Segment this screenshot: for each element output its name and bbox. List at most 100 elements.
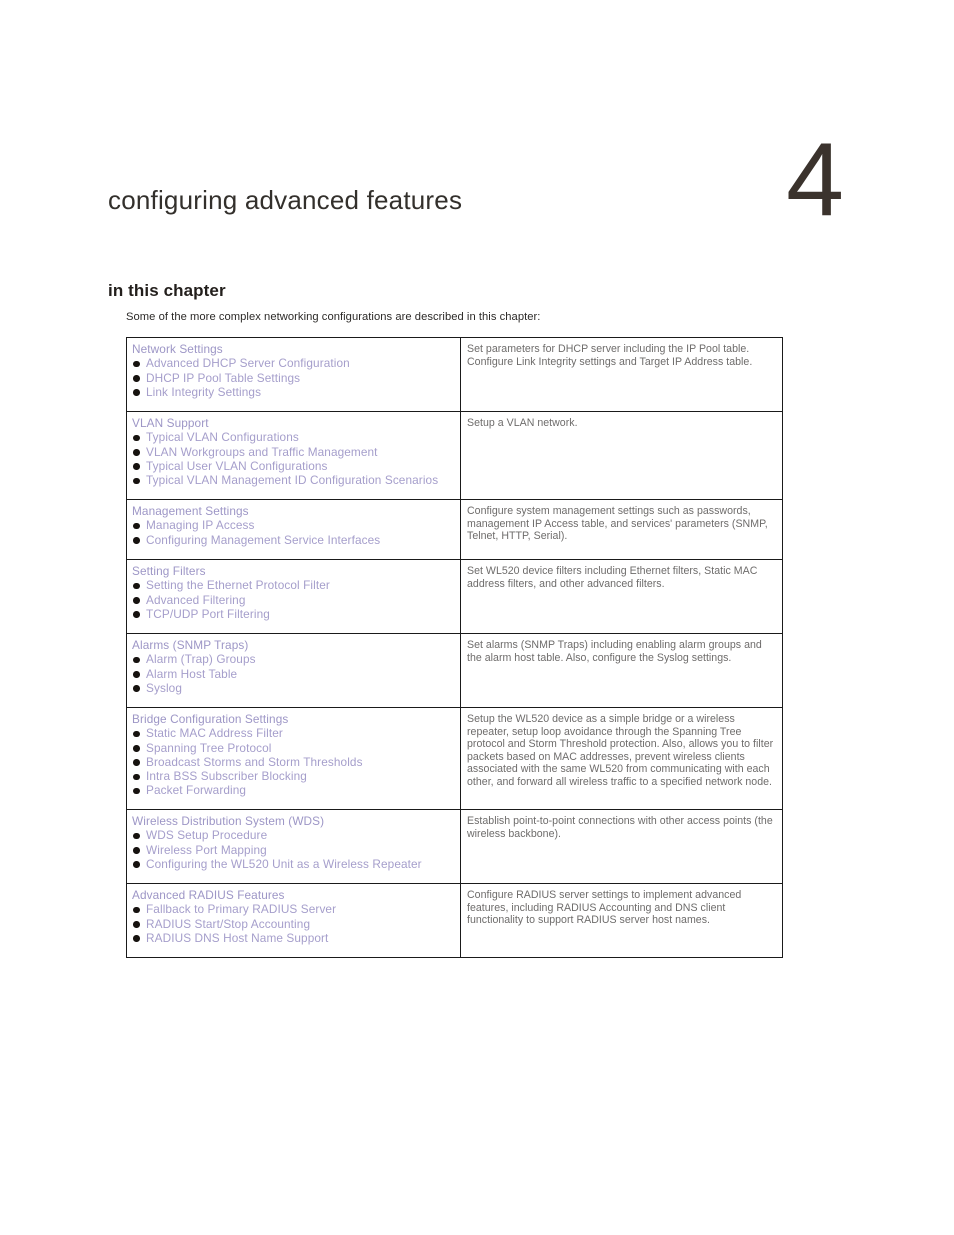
description-text: Establish point-to-point connections wit… <box>467 815 773 840</box>
bullet-icon <box>133 861 140 868</box>
topics-cell: Wireless Distribution System (WDS) WDS Se… <box>126 809 461 884</box>
topic-link[interactable]: Configuring the WL520 Unit as a Wireless… <box>132 857 454 871</box>
topic-link-label: Configuring the WL520 Unit as a Wireless… <box>146 856 422 871</box>
bullet-icon <box>133 611 140 618</box>
description-text: Set alarms (SNMP Traps) including enabli… <box>467 639 762 664</box>
topic-link[interactable]: Configuring Management Service Interface… <box>132 533 454 547</box>
topics-cell: Setting Filters Setting the Ethernet Prot… <box>126 559 461 634</box>
topics-cell-content: Wireless Distribution System (WDS) WDS Se… <box>127 810 460 879</box>
description-cell-content: Setup the WL520 device as a simple bridg… <box>461 708 782 797</box>
description-text: Setup the WL520 device as a simple bridg… <box>467 713 774 788</box>
bullet-icon <box>133 375 140 382</box>
topic-link-label: Fallback to Primary RADIUS Server <box>146 902 337 917</box>
topic-link-label: Typical User VLAN Configurations <box>146 458 328 473</box>
document-page: 4 configuring advanced features in this … <box>0 0 954 1235</box>
bullet-icon <box>133 389 140 396</box>
topic-group-heading: Alarms (SNMP Traps) <box>132 638 249 652</box>
topic-link[interactable]: Static MAC Address Filter <box>132 726 454 740</box>
topics-cell: Bridge Configuration Settings Static MAC … <box>126 707 461 810</box>
bullet-icon <box>133 906 140 914</box>
topic-link-label: Typical VLAN Configurations <box>146 430 299 445</box>
description-cell-content: Set WL520 device filters including Ether… <box>461 560 782 598</box>
topic-link[interactable]: Intra BSS Subscriber Blocking <box>132 769 454 783</box>
bullet-icon <box>133 597 140 604</box>
chapter-number: 4 <box>786 122 844 238</box>
bullet-icon <box>133 787 140 795</box>
topic-link[interactable]: Syslog <box>132 681 454 695</box>
topic-group-heading: Wireless Distribution System (WDS) <box>132 814 325 828</box>
topic-link[interactable]: Typical VLAN Configurations <box>132 430 454 444</box>
topic-link[interactable]: Alarm (Trap) Groups <box>132 652 454 666</box>
description-cell: Configure system management settings suc… <box>460 499 783 560</box>
topic-link-label: RADIUS DNS Host Name Support <box>146 930 329 945</box>
topic-link-label: Managing IP Access <box>146 518 255 533</box>
topic-link[interactable]: Fallback to Primary RADIUS Server <box>132 902 454 916</box>
topic-link-list: Managing IP Access Configuring Management… <box>132 518 454 547</box>
topic-link-label: Packet Forwarding <box>146 783 247 798</box>
description-cell: Set WL520 device filters including Ether… <box>460 559 783 634</box>
topic-link-label: Intra BSS Subscriber Blocking <box>146 769 307 784</box>
description-cell: Set alarms (SNMP Traps) including enabli… <box>460 633 783 708</box>
topic-link[interactable]: Packet Forwarding <box>132 783 454 797</box>
description-cell-content: Establish point-to-point connections wit… <box>461 810 782 848</box>
bullet-icon <box>133 730 140 738</box>
bullet-icon <box>133 477 140 485</box>
bullet-icon <box>133 773 140 781</box>
bullet-icon <box>133 582 140 590</box>
topic-link-list: Fallback to Primary RADIUS Server RADIUS … <box>132 902 454 945</box>
topic-group-heading: Network Settings <box>132 342 223 356</box>
topic-link[interactable]: RADIUS DNS Host Name Support <box>132 931 454 945</box>
section-heading: in this chapter <box>108 281 226 300</box>
table-row: Network Settings Advanced DHCP Server Con… <box>126 337 783 412</box>
bullet-icon <box>133 463 140 470</box>
topics-cell-content: Alarms (SNMP Traps) Alarm (Trap) Groups Al… <box>127 634 460 703</box>
topic-link[interactable]: Broadcast Storms and Storm Thresholds <box>132 755 454 769</box>
topic-link[interactable]: Managing IP Access <box>132 518 454 532</box>
topic-link[interactable]: Setting the Ethernet Protocol Filter <box>132 578 454 592</box>
topics-cell: Advanced RADIUS Features Fallback to Prim… <box>126 883 461 958</box>
topic-link[interactable]: Spanning Tree Protocol <box>132 741 454 755</box>
topic-link-label: Advanced Filtering <box>146 592 246 607</box>
topic-link[interactable]: Wireless Port Mapping <box>132 843 454 857</box>
description-text: Setup a VLAN network. <box>467 417 578 429</box>
topic-link[interactable]: RADIUS Start/Stop Accounting <box>132 917 454 931</box>
topic-link-label: Static MAC Address Filter <box>146 726 283 741</box>
topic-link-list: Setting the Ethernet Protocol Filter Adva… <box>132 578 454 621</box>
topic-group-heading: Advanced RADIUS Features <box>132 888 285 902</box>
topic-link-label: Spanning Tree Protocol <box>146 740 272 755</box>
topic-link-label: Alarm Host Table <box>146 666 238 681</box>
topic-link[interactable]: VLAN Workgroups and Traffic Management <box>132 445 454 459</box>
description-cell-content: Setup a VLAN network. <box>461 412 782 438</box>
topics-cell: Alarms (SNMP Traps) Alarm (Trap) Groups Al… <box>126 633 461 708</box>
bullet-icon <box>133 847 140 854</box>
description-cell-content: Set alarms (SNMP Traps) including enabli… <box>461 634 782 672</box>
bullet-icon <box>133 522 140 530</box>
description-cell-content: Configure RADIUS server settings to impl… <box>461 884 782 935</box>
table-row: Setting Filters Setting the Ethernet Prot… <box>126 559 783 634</box>
topic-link-label: WDS Setup Procedure <box>146 828 268 843</box>
topic-link[interactable]: Advanced Filtering <box>132 593 454 607</box>
topics-cell-content: Setting Filters Setting the Ethernet Prot… <box>127 560 460 629</box>
topic-link-list: Alarm (Trap) Groups Alarm Host Table Syslo… <box>132 652 454 695</box>
topics-cell-content: Management Settings Managing IP Access Con… <box>127 500 460 555</box>
topics-cell-content: Advanced RADIUS Features Fallback to Prim… <box>127 884 460 953</box>
topic-link-list: Advanced DHCP Server Configuration DHCP I… <box>132 356 454 399</box>
chapter-title: configuring advanced features <box>108 185 463 215</box>
topic-link[interactable]: Alarm Host Table <box>132 667 454 681</box>
topic-link[interactable]: DHCP IP Pool Table Settings <box>132 371 454 385</box>
bullet-icon <box>133 921 140 928</box>
topic-link[interactable]: TCP/UDP Port Filtering <box>132 607 454 621</box>
topic-link[interactable]: Typical User VLAN Configurations <box>132 459 454 473</box>
topic-link[interactable]: Link Integrity Settings <box>132 385 454 399</box>
table-row: Advanced RADIUS Features Fallback to Prim… <box>126 883 783 958</box>
topic-link[interactable]: Typical VLAN Management ID Configuration… <box>132 473 454 487</box>
topic-link-label: Link Integrity Settings <box>146 384 262 399</box>
topic-link[interactable]: WDS Setup Procedure <box>132 828 454 842</box>
table-row: Alarms (SNMP Traps) Alarm (Trap) Groups Al… <box>126 633 783 708</box>
table-row: VLAN Support Typical VLAN Configurations V… <box>126 411 783 500</box>
bullet-icon <box>133 685 140 692</box>
description-text: Configure system management settings suc… <box>467 505 768 543</box>
topic-link[interactable]: Advanced DHCP Server Configuration <box>132 356 454 370</box>
bullet-icon <box>133 434 140 442</box>
topic-link-label: Wireless Port Mapping <box>146 842 267 857</box>
